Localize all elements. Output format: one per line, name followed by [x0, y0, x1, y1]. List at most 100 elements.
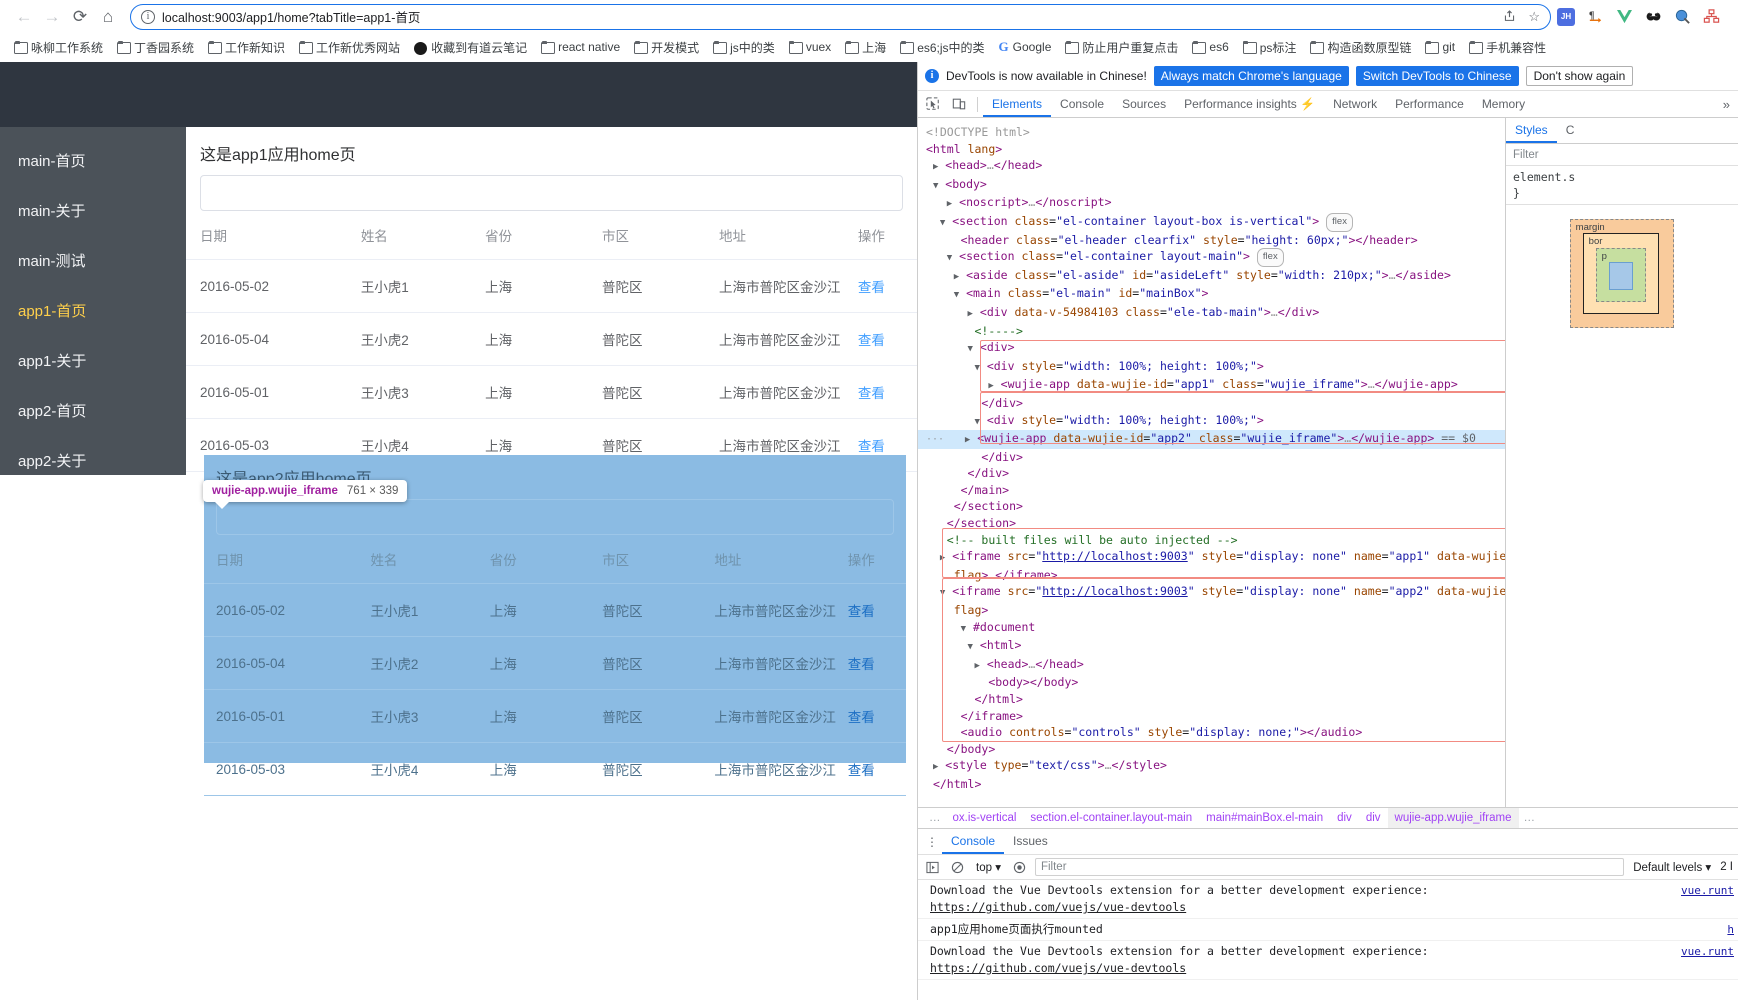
view-link[interactable]: 查看 — [858, 439, 885, 454]
bookmark-item[interactable]: vuex — [783, 37, 837, 57]
breadcrumb-item[interactable]: section.el-container.layout-main — [1023, 808, 1199, 828]
app1-filter-input[interactable] — [200, 175, 903, 211]
extension-network-icon[interactable] — [1702, 8, 1720, 26]
view-link[interactable]: 查看 — [848, 763, 875, 778]
bookmark-item[interactable]: 丁香园系统 — [111, 36, 200, 59]
more-tabs-icon[interactable]: » — [1715, 97, 1738, 112]
console-log-source[interactable]: vue.runt — [1675, 943, 1734, 977]
box-model-border[interactable]: bor p — [1582, 233, 1660, 314]
breadcrumb-item[interactable]: div — [1359, 808, 1388, 828]
dom-line[interactable]: ▶ <noscript>…</noscript> — [918, 194, 1505, 213]
view-link[interactable]: 查看 — [848, 657, 875, 672]
always-match-language-button[interactable]: Always match Chrome's language — [1153, 66, 1349, 86]
extension-jh-icon[interactable]: JH — [1557, 7, 1575, 26]
drawer-menu-icon[interactable]: ⋮ — [922, 836, 942, 848]
devtools-tab-network[interactable]: Network — [1324, 91, 1386, 117]
console-sidebar-icon[interactable] — [923, 858, 942, 877]
sidebar-item-4[interactable]: app1-关于 — [0, 335, 186, 385]
view-link[interactable]: 查看 — [858, 333, 885, 348]
console-levels-select[interactable]: Default levels ▾ — [1630, 860, 1714, 874]
clear-console-icon[interactable] — [948, 858, 967, 877]
view-link[interactable]: 查看 — [848, 710, 875, 725]
dom-line[interactable]: ▶ <style type="text/css">…</style> — [918, 757, 1505, 776]
bookmark-item[interactable]: es6 — [1186, 37, 1234, 57]
dom-line[interactable]: </div> — [918, 465, 1505, 482]
site-info-icon[interactable]: i — [141, 9, 155, 24]
bookmark-item[interactable]: 咏柳工作系统 — [8, 36, 109, 59]
home-icon[interactable]: ⌂ — [94, 3, 122, 31]
dom-line[interactable]: <html lang> — [918, 141, 1505, 158]
device-toolbar-icon[interactable] — [946, 92, 972, 116]
extension-search-globe-icon[interactable] — [1673, 8, 1691, 26]
drawer-tab-console[interactable]: Console — [942, 829, 1004, 854]
dom-line[interactable]: </body> — [918, 741, 1505, 758]
dom-line[interactable]: </section> — [918, 515, 1505, 532]
reload-icon[interactable]: ⟳ — [66, 3, 94, 31]
dom-line[interactable]: ▶ <iframe src="http://localhost:9003" st… — [918, 548, 1505, 567]
box-model-margin[interactable]: margin bor p — [1569, 219, 1675, 328]
bookmark-item[interactable]: 防止用户重复点击 — [1059, 36, 1184, 59]
dom-line[interactable]: <!----> — [918, 323, 1505, 340]
console-log-list[interactable]: Download the Vue Devtools extension for … — [918, 880, 1738, 1000]
dom-line[interactable]: ▶ <aside class="el-aside" id="asideLeft"… — [918, 267, 1505, 286]
dom-line[interactable]: ▼ #document — [918, 619, 1505, 638]
sidebar-item-2[interactable]: main-测试 — [0, 235, 186, 285]
dom-line[interactable]: ▼ <main class="el-main" id="mainBox"> — [918, 285, 1505, 304]
switch-devtools-language-button[interactable]: Switch DevTools to Chinese — [1355, 66, 1519, 86]
dom-line[interactable]: <header class="el-header clearfix" style… — [918, 232, 1505, 249]
inspect-element-icon[interactable] — [920, 92, 946, 116]
view-link[interactable]: 查看 — [858, 386, 885, 401]
bookmark-item[interactable]: 工作新知识 — [202, 36, 291, 59]
console-log-link[interactable]: https://github.com/vuejs/vue-devtools — [930, 900, 1186, 914]
console-context-select[interactable]: top ▾ — [973, 860, 1004, 874]
breadcrumb-item[interactable]: wujie-app.wujie_iframe — [1387, 808, 1519, 828]
dom-line[interactable]: <body></body> — [918, 674, 1505, 691]
view-link[interactable]: 查看 — [848, 604, 875, 619]
bookmark-item[interactable]: es6;js中的类 — [894, 36, 990, 59]
dom-line[interactable]: ▼ <body> — [918, 176, 1505, 195]
share-icon[interactable] — [1503, 9, 1516, 25]
dom-line[interactable]: </html> — [918, 776, 1505, 793]
dom-line[interactable]: flag> — [918, 602, 1505, 619]
dom-line[interactable]: </div> — [918, 395, 1505, 412]
box-model-content[interactable] — [1608, 262, 1634, 290]
bookmark-item[interactable]: 开发模式 — [628, 36, 705, 59]
dom-line[interactable]: ▶ <div data-v-54984103 class="ele-tab-ma… — [918, 304, 1505, 323]
styles-tab-c[interactable]: C — [1557, 118, 1584, 143]
dom-line[interactable]: <audio controls="controls" style="displa… — [918, 724, 1505, 741]
sidebar-item-5[interactable]: app2-首页 — [0, 385, 186, 435]
bookmark-item[interactable]: 手机兼容性 — [1463, 36, 1552, 59]
box-model-padding[interactable]: p — [1595, 248, 1647, 302]
back-icon[interactable]: ← — [10, 3, 38, 31]
devtools-tab-console[interactable]: Console — [1051, 91, 1113, 117]
bookmark-item[interactable]: 构造函数原型链 — [1304, 36, 1417, 59]
breadcrumb-item[interactable]: … — [924, 808, 946, 828]
dom-line[interactable]: </section> — [918, 498, 1505, 515]
dom-line[interactable]: flag>…</iframe> — [918, 567, 1505, 584]
styles-tab-styles[interactable]: Styles — [1506, 118, 1557, 143]
extension-vue-icon[interactable] — [1615, 8, 1633, 26]
bookmark-item[interactable]: 工作新优秀网站 — [293, 36, 406, 59]
bookmark-item[interactable]: react native — [535, 37, 626, 57]
view-link[interactable]: 查看 — [858, 280, 885, 295]
console-issues-count[interactable]: 2 I — [1720, 861, 1733, 873]
breadcrumb-item[interactable]: main#mainBox.el-main — [1199, 808, 1330, 828]
dom-line[interactable]: </html> — [918, 691, 1505, 708]
breadcrumb-item[interactable]: div — [1330, 808, 1359, 828]
styles-filter-input[interactable]: Filter — [1506, 144, 1738, 166]
forward-icon[interactable]: → — [38, 3, 66, 31]
dom-line[interactable]: ▼ <html> — [918, 637, 1505, 656]
devtools-tab-sources[interactable]: Sources — [1113, 91, 1175, 117]
dom-line[interactable]: ▼ <div style="width: 100%; height: 100%;… — [918, 358, 1505, 377]
dom-line[interactable]: </div> — [918, 449, 1505, 466]
dom-line[interactable]: </main> — [918, 482, 1505, 499]
extension-pilcrow-icon[interactable]: ¶ — [1586, 8, 1604, 26]
dont-show-again-button[interactable]: Don't show again — [1525, 66, 1634, 86]
dom-line[interactable]: <!DOCTYPE html> — [918, 124, 1505, 141]
sidebar-item-0[interactable]: main-首页 — [0, 135, 186, 185]
console-log-source[interactable]: vue.runt — [1675, 882, 1734, 916]
dom-line[interactable]: ▶ <head>…</head> — [918, 656, 1505, 675]
breadcrumb-item[interactable]: ox.is-vertical — [946, 808, 1024, 828]
sidebar-item-6[interactable]: app2-关于 — [0, 435, 186, 485]
drawer-tab-issues[interactable]: Issues — [1004, 829, 1057, 854]
